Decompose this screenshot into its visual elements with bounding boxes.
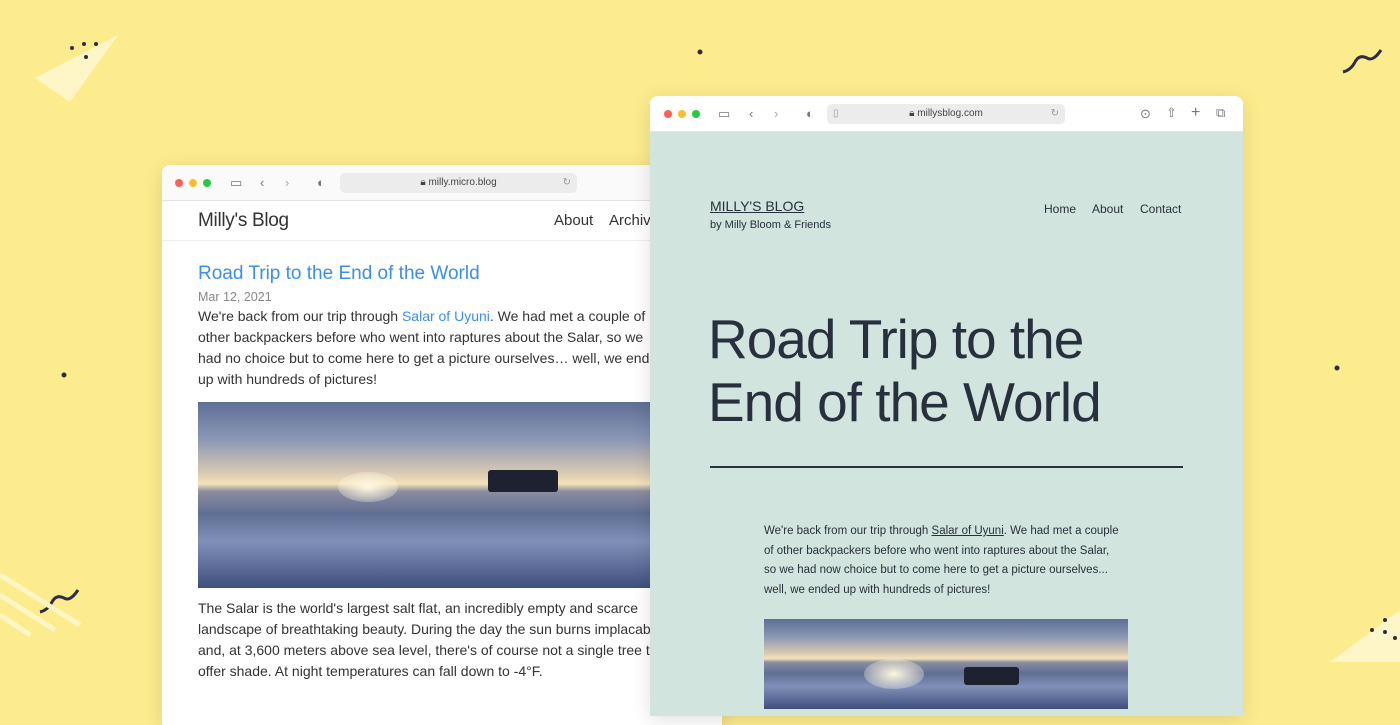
browser-window-millysblog: ▭ ‹ › ◐ ▯ 🔒︎ millysblog.com ↻ ⊙ ⇧ + ⧉ MIL…	[650, 96, 1243, 716]
url-text: milly.micro.blog	[428, 177, 497, 188]
sidebar-icon[interactable]: ▭	[230, 176, 242, 190]
post-title: Road Trip to the End of the World	[708, 308, 1102, 433]
salar-link[interactable]: Salar of Uyuni	[932, 525, 1004, 537]
nav-about[interactable]: About	[554, 212, 593, 229]
browser-window-microblog: ▭ ‹ › ◐ 🔒︎ milly.micro.blog ↻ Milly's Bl…	[162, 165, 722, 725]
url-text: millysblog.com	[917, 108, 983, 119]
zoom-button[interactable]	[692, 110, 700, 118]
nav-home[interactable]: Home	[1044, 202, 1076, 216]
close-button[interactable]	[664, 110, 672, 118]
forward-icon[interactable]: ›	[285, 176, 289, 190]
back-icon[interactable]: ‹	[260, 176, 264, 190]
post-paragraph-2: The Salar is the world's largest salt fl…	[198, 600, 664, 679]
post-paragraph-1: We're back from our trip through Salar o…	[764, 525, 1119, 597]
tab-overview-icon[interactable]: ⧉	[1216, 106, 1225, 120]
reload-icon[interactable]: ↻	[563, 173, 571, 193]
privacy-shield-icon[interactable]: ◐	[806, 107, 814, 121]
browser-toolbar: ▭ ‹ › ◐ 🔒︎ milly.micro.blog ↻	[162, 165, 722, 201]
privacy-shield-icon[interactable]: ◐	[317, 176, 325, 190]
back-icon[interactable]: ‹	[749, 107, 753, 121]
sidebar-icon[interactable]: ▭	[718, 107, 730, 121]
share-icon[interactable]: ⇧	[1166, 106, 1177, 120]
site-title[interactable]: MILLY'S BLOG	[710, 198, 804, 214]
zoom-button[interactable]	[203, 179, 211, 187]
address-bar[interactable]: ▯ 🔒︎ millysblog.com ↻	[827, 104, 1065, 124]
title-separator	[710, 466, 1183, 468]
close-button[interactable]	[175, 179, 183, 187]
nav-contact[interactable]: Contact	[1140, 202, 1181, 216]
site-tagline: by Milly Bloom & Friends	[710, 219, 832, 231]
salar-photo	[198, 402, 666, 588]
site-title[interactable]: Milly's Blog	[198, 210, 289, 232]
salar-photo	[764, 619, 1128, 709]
salar-link[interactable]: Salar of Uyuni	[402, 308, 490, 324]
new-tab-icon[interactable]: +	[1191, 105, 1200, 121]
reload-icon[interactable]: ↻	[1051, 104, 1059, 124]
minimize-button[interactable]	[189, 179, 197, 187]
nav-about[interactable]: About	[1092, 202, 1123, 216]
minimize-button[interactable]	[678, 110, 686, 118]
forward-icon[interactable]: ›	[774, 107, 778, 121]
post-paragraph-1: We're back from our trip through Salar o…	[198, 308, 665, 387]
reader-icon[interactable]: ▯	[833, 104, 839, 124]
site-header: Milly's Blog About Archive	[162, 201, 722, 241]
browser-toolbar: ▭ ‹ › ◐ ▯ 🔒︎ millysblog.com ↻ ⊙ ⇧ + ⧉	[650, 96, 1243, 132]
address-bar[interactable]: 🔒︎ milly.micro.blog ↻	[340, 173, 577, 193]
post-title[interactable]: Road Trip to the End of the World	[198, 263, 666, 285]
download-icon[interactable]: ⊙	[1140, 107, 1151, 121]
post-date[interactable]: Mar 12, 2021	[198, 290, 666, 304]
